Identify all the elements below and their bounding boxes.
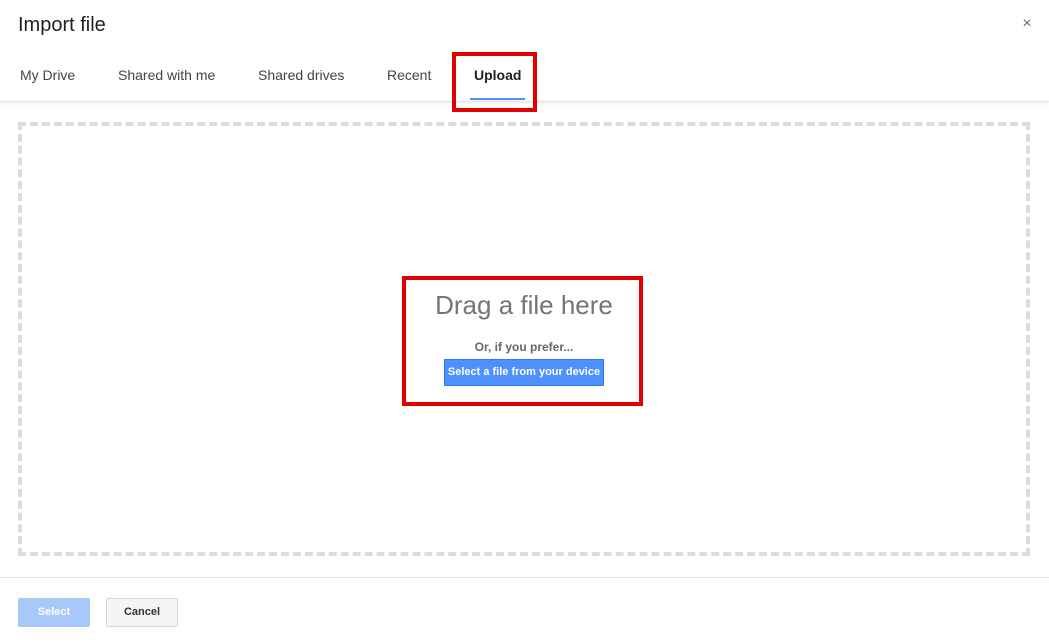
prefer-text: Or, if you prefer... [474,340,574,354]
select-button[interactable]: Select [18,598,90,627]
tab-bar: My Drive Shared with me Shared drives Re… [0,50,1049,102]
drag-file-text: Drag a file here [435,290,613,320]
tab-upload[interactable]: Upload [470,50,526,100]
import-file-dialog: Import file × My Drive Shared with me Sh… [0,0,1049,643]
tab-shared-with-me[interactable]: Shared with me [118,50,215,100]
active-tab-indicator [470,98,526,100]
footer-divider [0,577,1049,578]
select-from-device-button[interactable]: Select a file from your device [444,359,604,386]
dialog-title: Import file [18,14,106,36]
tab-shared-drives[interactable]: Shared drives [258,50,344,100]
upload-dropzone[interactable] [18,122,1030,556]
close-icon[interactable]: × [1019,16,1035,32]
tab-my-drive[interactable]: My Drive [20,50,75,100]
tab-upload-label: Upload [474,67,522,83]
cancel-button[interactable]: Cancel [106,598,178,627]
tab-recent[interactable]: Recent [387,50,431,100]
